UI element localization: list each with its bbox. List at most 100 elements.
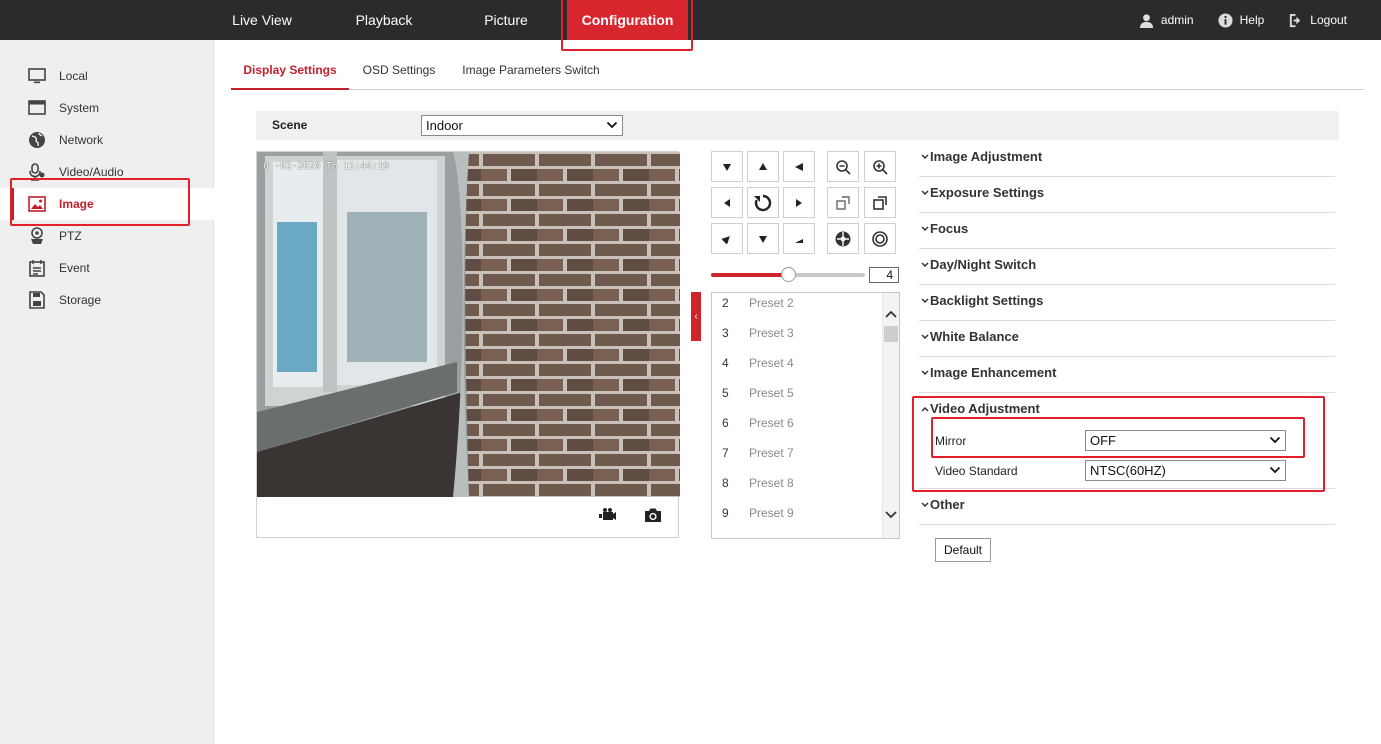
- ptz-up-right-button[interactable]: [783, 151, 815, 182]
- iris-open-button[interactable]: [827, 223, 859, 254]
- preset-number: 7: [722, 446, 729, 460]
- help-icon: [1218, 12, 1233, 28]
- osd-timestamp: 0 -02-2020 Th 11:44:19: [263, 161, 389, 172]
- list-item[interactable]: 4 Preset 4: [712, 354, 883, 384]
- list-item[interactable]: 9 Preset 9: [712, 504, 883, 534]
- section-title[interactable]: Video Adjustment: [930, 401, 1040, 416]
- preset-number: 9: [722, 506, 729, 520]
- image-icon: [28, 196, 46, 212]
- ptz-speed-slider[interactable]: [711, 267, 865, 282]
- section-other[interactable]: Other: [919, 489, 1335, 525]
- help-link[interactable]: Help: [1218, 12, 1264, 28]
- video-record-icon[interactable]: [599, 507, 617, 523]
- sidebar-item-storage[interactable]: Storage: [0, 284, 214, 316]
- ptz-down-button[interactable]: [747, 223, 779, 254]
- section-white-balance[interactable]: White Balance: [919, 321, 1335, 357]
- arrow-right-icon: [796, 198, 802, 207]
- sidebar-item-label: System: [59, 101, 100, 115]
- ptz-left-button[interactable]: [711, 187, 743, 218]
- video-feed[interactable]: 0 -02-2020 Th 11:44:19: [257, 152, 680, 497]
- logout-icon: [1290, 13, 1301, 27]
- chevron-down-icon: [921, 298, 929, 304]
- zoom-in-button[interactable]: [864, 151, 896, 182]
- section-title: Other: [930, 497, 965, 512]
- section-backlight-settings[interactable]: Backlight Settings: [919, 285, 1335, 321]
- nav-live-view[interactable]: Live View: [210, 0, 314, 40]
- chevron-left-icon: ‹: [694, 311, 698, 322]
- chevron-down-icon: [606, 121, 618, 129]
- list-item[interactable]: 2 Preset 2: [712, 294, 883, 324]
- sidebar-item-system[interactable]: System: [0, 92, 214, 124]
- scrollbar-thumb[interactable]: [884, 326, 898, 342]
- preset-name: Preset 2: [749, 296, 794, 310]
- list-item[interactable]: 7 Preset 7: [712, 444, 883, 474]
- sidebar-item-event[interactable]: Event: [0, 252, 214, 284]
- focus-far-button[interactable]: [864, 187, 896, 218]
- sidebar-item-ptz[interactable]: PTZ: [0, 220, 214, 252]
- mirror-select[interactable]: OFF: [1085, 430, 1286, 451]
- sidebar-item-local[interactable]: Local: [0, 60, 214, 92]
- section-focus[interactable]: Focus: [919, 213, 1335, 249]
- scroll-down-icon[interactable]: [884, 509, 898, 521]
- section-image-adjustment[interactable]: Image Adjustment: [919, 141, 1335, 177]
- zoom-out-button[interactable]: [827, 151, 859, 182]
- list-item[interactable]: 3 Preset 3: [712, 324, 883, 354]
- section-title: Day/Night Switch: [930, 257, 1037, 272]
- preset-name: Preset 4: [749, 356, 794, 370]
- tab-image-parameters-switch[interactable]: Image Parameters Switch: [457, 52, 605, 90]
- default-button[interactable]: Default: [935, 538, 991, 562]
- section-image-enhancement[interactable]: Image Enhancement: [919, 357, 1335, 393]
- logout-label: Logout: [1310, 13, 1347, 27]
- sidebar-item-image[interactable]: Image: [0, 188, 214, 220]
- scene-row: Scene Indoor: [256, 111, 1339, 140]
- camera-capture-icon[interactable]: [644, 507, 662, 523]
- chevron-up-icon[interactable]: [921, 406, 929, 412]
- tab-osd-settings[interactable]: OSD Settings: [357, 52, 441, 90]
- collapse-ptz-panel-button[interactable]: ‹: [691, 292, 701, 341]
- ptz-speed-handle[interactable]: [781, 267, 796, 282]
- ptz-down-left-button[interactable]: [711, 223, 743, 254]
- video-standard-select[interactable]: NTSC(60HZ): [1085, 460, 1286, 481]
- list-item[interactable]: 5 Preset 5: [712, 384, 883, 414]
- nav-configuration[interactable]: Configuration: [567, 0, 688, 40]
- scroll-up-icon[interactable]: [884, 308, 898, 320]
- video-standard-label: Video Standard: [935, 464, 1018, 478]
- sidebar-item-network[interactable]: Network: [0, 124, 214, 156]
- ptz-auto-rotate-button[interactable]: [747, 187, 779, 218]
- logout-link[interactable]: Logout: [1288, 13, 1347, 28]
- iris-close-icon: [872, 230, 888, 247]
- camera-scene-image: [257, 152, 680, 497]
- sidebar-item-label: Video/Audio: [59, 165, 124, 179]
- zoom-out-icon: [836, 159, 851, 175]
- section-exposure-settings[interactable]: Exposure Settings: [919, 177, 1335, 213]
- ptz-right-button[interactable]: [783, 187, 815, 218]
- rotate-icon: [754, 194, 772, 211]
- ptz-speed-value: 4: [869, 267, 899, 283]
- nav-playback[interactable]: Playback: [334, 0, 434, 40]
- section-day-night-switch[interactable]: Day/Night Switch: [919, 249, 1335, 285]
- chevron-down-icon: [921, 334, 929, 340]
- sidebar-item-label: Network: [59, 133, 104, 147]
- preset-number: 4: [722, 356, 729, 370]
- arrow-down-left-icon: [723, 163, 731, 171]
- nav-picture[interactable]: Picture: [456, 0, 556, 40]
- ptz-up-left-button[interactable]: [711, 151, 743, 182]
- arrow-up-right-icon: [795, 162, 803, 171]
- ptz-up-button[interactable]: [747, 151, 779, 182]
- tab-display-settings[interactable]: Display Settings: [231, 52, 349, 90]
- list-item[interactable]: 6 Preset 6: [712, 414, 883, 444]
- sidebar-item-video-audio[interactable]: Video/Audio: [0, 156, 214, 188]
- user-menu[interactable]: admin: [1139, 13, 1194, 28]
- focus-near-button[interactable]: [827, 187, 859, 218]
- arrow-up-icon: [759, 162, 767, 170]
- sidebar-item-label: PTZ: [59, 229, 82, 243]
- sidebar-item-label: Image: [59, 197, 94, 211]
- username-label: admin: [1160, 13, 1194, 27]
- section-video-adjustment: Video Adjustment Mirror OFF Video Standa…: [919, 393, 1335, 489]
- iris-close-button[interactable]: [864, 223, 896, 254]
- ptz-down-right-button[interactable]: [783, 223, 815, 254]
- scene-select[interactable]: Indoor: [421, 115, 623, 136]
- chevron-down-icon: [921, 370, 929, 376]
- preset-list-scrollbar[interactable]: [882, 293, 899, 538]
- list-item[interactable]: 8 Preset 8: [712, 474, 883, 504]
